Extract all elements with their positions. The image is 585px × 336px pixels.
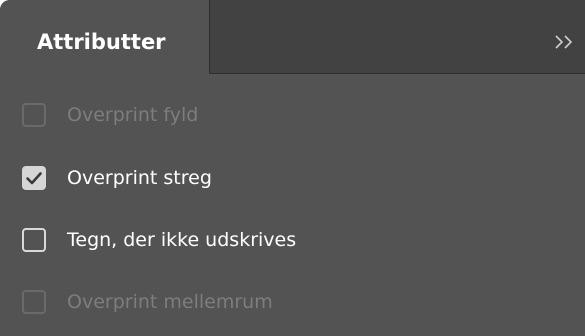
overprint-fill-checkbox [22,103,46,127]
option-nonprinting[interactable]: Tegn, der ikke udskrives [22,226,562,256]
option-overprint-stroke[interactable]: Overprint streg [22,164,562,194]
overprint-stroke-checkbox[interactable] [22,166,46,190]
overprint-stroke-label: Overprint streg [67,167,212,189]
panel-tab-bar: Attributter [0,0,585,74]
attributes-panel: Attributter Overprint fyld Overprint str… [0,0,585,336]
nonprinting-label: Tegn, der ikke udskrives [67,229,297,251]
option-overprint-fill: Overprint fyld [22,101,562,131]
option-overprint-gap: Overprint mellemrum [22,288,562,318]
tab-attributter[interactable]: Attributter [0,0,210,74]
checkmark-icon [26,172,42,185]
tab-bar-divider [210,73,585,74]
nonprinting-checkbox[interactable] [22,228,46,252]
overprint-gap-label: Overprint mellemrum [67,291,273,313]
overprint-fill-label: Overprint fyld [67,104,199,126]
tab-label: Attributter [37,30,166,54]
double-chevron-right-icon[interactable] [552,28,578,56]
overprint-gap-checkbox [22,290,46,314]
